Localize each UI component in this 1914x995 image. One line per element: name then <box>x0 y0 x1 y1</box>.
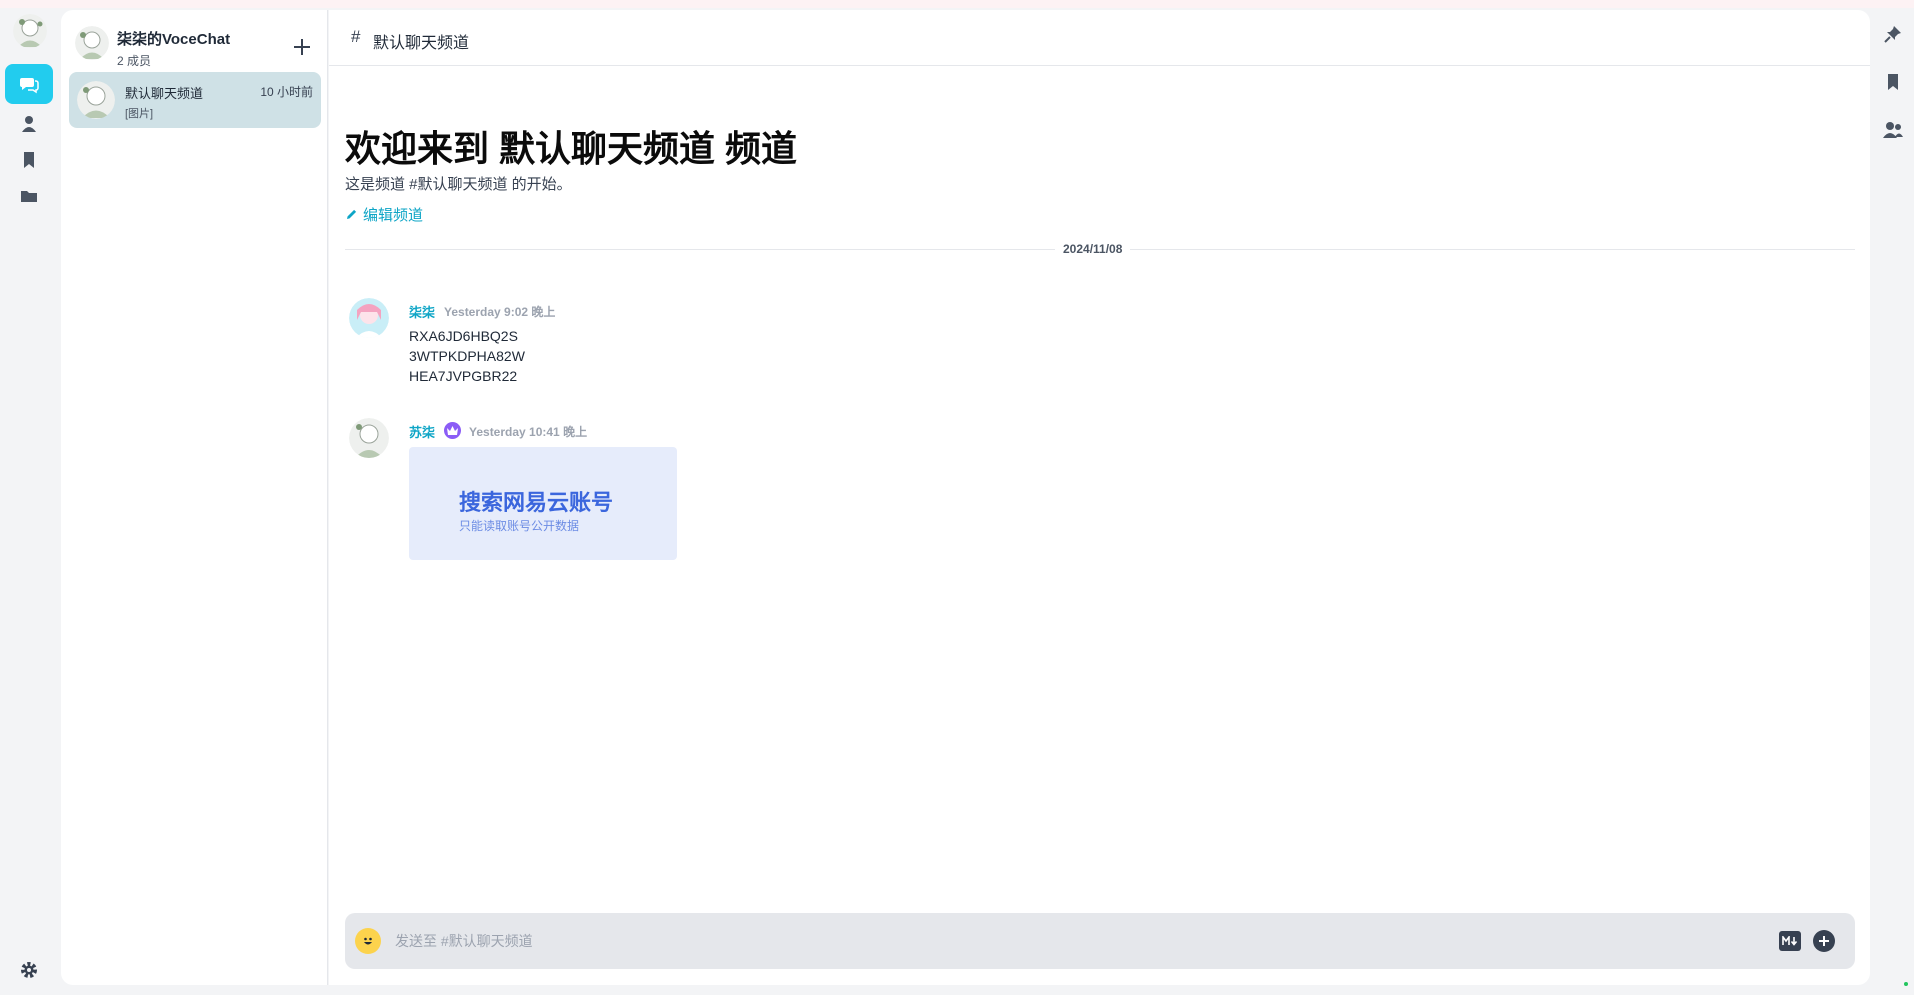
session-time: 10 小时前 <box>260 85 313 99</box>
owner-crown-icon <box>444 422 461 439</box>
pinned-button[interactable] <box>1881 22 1905 46</box>
image-attachment[interactable]: 搜索网易云账号 只能读取账号公开数据 <box>409 447 677 560</box>
favorites-button[interactable] <box>1881 70 1905 94</box>
smile-icon <box>364 937 372 945</box>
message-text-line: HEA7JVPGBR22 <box>409 368 518 384</box>
settings-button[interactable] <box>5 950 53 990</box>
files-nav-button[interactable] <box>5 176 53 216</box>
bookmark-icon <box>1888 74 1898 90</box>
pencil-icon <box>347 209 357 219</box>
markdown-icon <box>1782 936 1798 946</box>
attach-button[interactable] <box>1813 930 1835 952</box>
folder-icon <box>21 191 37 202</box>
author-avatar[interactable] <box>349 418 389 458</box>
session-name: 默认聊天频道 <box>125 86 204 101</box>
top-strip <box>0 0 1914 8</box>
plus-icon <box>1819 936 1829 946</box>
right-toolbar <box>1870 10 1914 985</box>
channel-header: # 默认聊天频道 <box>329 10 1870 66</box>
edit-channel-link[interactable]: 编辑频道 <box>345 204 423 225</box>
bookmark-icon <box>24 152 34 168</box>
plus-icon <box>294 39 310 55</box>
add-channel-button[interactable] <box>289 34 315 60</box>
chat-main: # 默认聊天频道 欢迎来到 默认聊天频道 频道 这是频道 #默认聊天频道 的开始… <box>329 10 1870 985</box>
server-avatar <box>75 26 109 60</box>
image-title-text: 搜索网易云账号 <box>459 490 614 515</box>
session-list-panel: 柒柒的VoceChat 2 成员 默认聊天频道 10 小时前 [图片] <box>61 10 328 985</box>
welcome-title: 欢迎来到 默认聊天频道 频道 <box>345 128 798 169</box>
server-header[interactable]: 柒柒的VoceChat 2 成员 <box>75 18 315 68</box>
message-input[interactable] <box>395 927 1695 955</box>
message-text-line: RXA6JD6HBQ2S <box>409 328 518 344</box>
image-subtitle-text: 只能读取账号公开数据 <box>459 519 580 533</box>
message-time: Yesterday 10:41 晚上 <box>469 425 588 439</box>
edit-channel-label: 编辑频道 <box>363 207 424 224</box>
welcome-description: 这是频道 #默认聊天频道 的开始。 <box>345 176 572 193</box>
author-avatar[interactable] <box>349 298 389 338</box>
session-preview: [图片] <box>125 108 154 120</box>
message-text-line: 3WTPKDPHA82W <box>409 348 525 364</box>
channel-title: 默认聊天频道 <box>373 35 470 52</box>
markdown-toggle-button[interactable] <box>1779 931 1801 951</box>
pin-icon <box>1884 26 1901 43</box>
chat-nav-button[interactable] <box>5 64 53 104</box>
connection-status-dot <box>1904 982 1908 986</box>
server-name: 柒柒的VoceChat <box>117 31 231 48</box>
channel-avatar <box>77 81 115 119</box>
left-rail <box>0 8 61 995</box>
message-composer <box>345 913 1855 969</box>
date-divider: 2024/11/08 <box>1055 242 1131 256</box>
user-icon <box>22 116 36 132</box>
emoji-picker-button[interactable] <box>355 928 381 954</box>
message-time: Yesterday 9:02 晚上 <box>444 305 556 319</box>
favorites-nav-button[interactable] <box>5 140 53 180</box>
session-item-default-channel[interactable]: 默认聊天频道 10 小时前 [图片] <box>69 72 321 128</box>
author-name[interactable]: 苏柒 <box>409 422 435 441</box>
hash-icon: # <box>351 27 361 46</box>
user-avatar[interactable] <box>13 14 47 48</box>
members-button[interactable] <box>1881 118 1905 142</box>
author-name[interactable]: 柒柒 <box>409 302 435 321</box>
chat-icon <box>20 78 39 94</box>
member-count: 2 成员 <box>117 54 152 68</box>
settings-icon <box>21 962 37 978</box>
contacts-nav-button[interactable] <box>5 104 53 144</box>
members-icon <box>1883 122 1903 138</box>
